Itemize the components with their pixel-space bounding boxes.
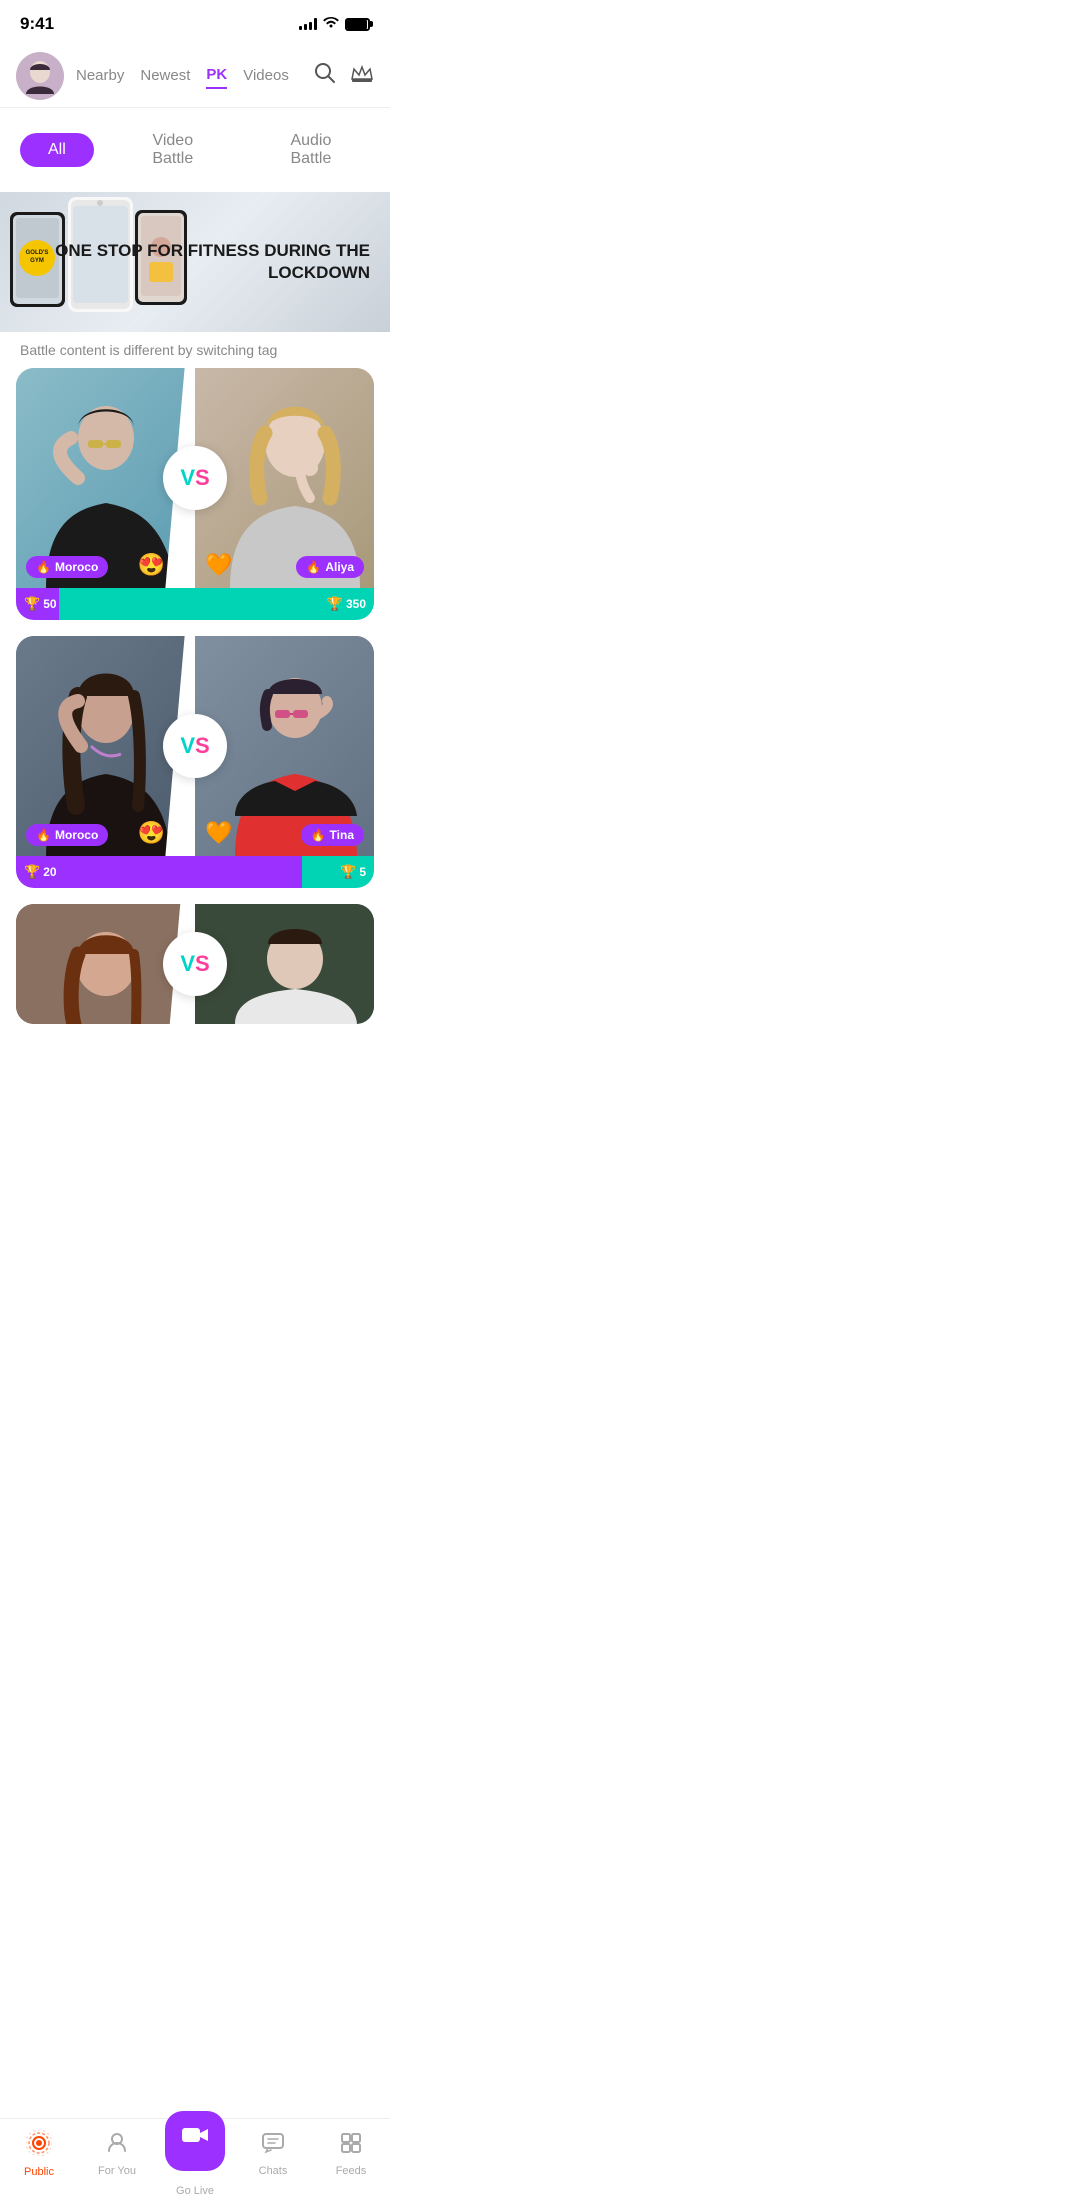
wifi-icon [323,17,339,32]
for-you-label: For You [98,2165,136,2177]
battle-card-2[interactable]: 🔥 Moroco 😍 [16,636,374,888]
filter-audio-battle-button[interactable]: Audio Battle [252,124,370,176]
tab-videos[interactable]: Videos [243,63,289,88]
score-right-1: 🏆 350 [327,596,366,612]
nav-item-chats[interactable]: Chats [243,2131,303,2177]
battle-card-3[interactable]: VS [16,904,374,1024]
avatar[interactable] [16,52,64,100]
battle-arena-1: 🔥 Moroco 😍 [16,368,374,588]
for-you-icon [105,2131,129,2161]
progress-left-2: 🏆 20 [16,856,302,888]
nav-action-icons [314,62,374,90]
chats-icon [261,2131,285,2161]
bottom-nav: Public For You Go Live [0,2118,390,2200]
chats-label: Chats [259,2165,288,2177]
promo-banner[interactable]: GOLD'S GYM ONE STOP FOR FITNESS DURING T… [0,192,390,332]
tab-nearby[interactable]: Nearby [76,63,124,88]
progress-right-2: 🏆 5 [302,856,374,888]
go-live-icon [180,2124,210,2157]
filter-video-battle-button[interactable]: Video Battle [114,124,232,176]
crown-icon[interactable] [350,63,374,89]
fighter-emoji-right-2: 🧡 [205,820,232,846]
battle-hint: Battle content is different by switching… [0,332,390,368]
nav-item-go-live[interactable]: Go Live [165,2111,225,2197]
status-time: 9:41 [20,14,54,34]
filter-tabs: All Video Battle Audio Battle [0,108,390,192]
battle-progress-2: 🏆 20 🏆 5 [16,856,374,888]
banner-text: ONE STOP FOR FITNESS DURING THE LOCKDOWN [0,240,370,284]
go-live-label: Go Live [176,2185,214,2197]
score-right-2: 🏆 5 [340,864,366,880]
signal-icon [299,18,317,30]
fighter-name-left-2: 🔥 Moroco [26,824,108,846]
public-label: Public [24,2166,54,2178]
score-left-2: 🏆 20 [24,864,57,880]
feeds-label: Feeds [336,2165,367,2177]
tab-pk[interactable]: PK [206,62,227,89]
fighter-emoji-left-1: 😍 [138,552,165,578]
nav-tabs: Nearby Newest PK Videos [76,62,302,89]
battle-card-1[interactable]: 🔥 Moroco 😍 [16,368,374,620]
vs-text-2: VS [180,733,209,759]
fighter-emoji-right-1: 🧡 [205,552,232,578]
score-left-1: 🏆 50 [24,596,57,612]
vs-badge-1: VS [163,446,227,510]
nav-header: Nearby Newest PK Videos [0,44,390,108]
status-bar: 9:41 [0,0,390,44]
nav-item-feeds[interactable]: Feeds [321,2131,381,2177]
fighter-emoji-left-2: 😍 [138,820,165,846]
fighter-name-right-1: 🔥 Aliya [296,556,364,578]
fighter-name-right-2: 🔥 Tina [301,824,364,846]
filter-all-button[interactable]: All [20,133,94,167]
battle-arena-3: VS [16,904,374,1024]
vs-text-1: VS [180,465,209,491]
feeds-icon [339,2131,363,2161]
battle-arena-2: 🔥 Moroco 😍 [16,636,374,856]
go-live-button[interactable] [165,2111,225,2171]
public-icon [26,2130,52,2162]
vs-badge-2: VS [163,714,227,778]
progress-left-1: 🏆 50 [16,588,59,620]
progress-right-1: 🏆 350 [59,588,374,620]
vs-badge-3: VS [163,932,227,996]
battery-icon [345,18,370,31]
battle-progress-1: 🏆 50 🏆 350 [16,588,374,620]
status-icons [299,17,370,32]
nav-item-for-you[interactable]: For You [87,2131,147,2177]
nav-item-public[interactable]: Public [9,2130,69,2178]
tab-newest[interactable]: Newest [140,63,190,88]
fighter-name-left-1: 🔥 Moroco [26,556,108,578]
vs-text-3: VS [180,951,209,977]
search-icon[interactable] [314,62,336,90]
